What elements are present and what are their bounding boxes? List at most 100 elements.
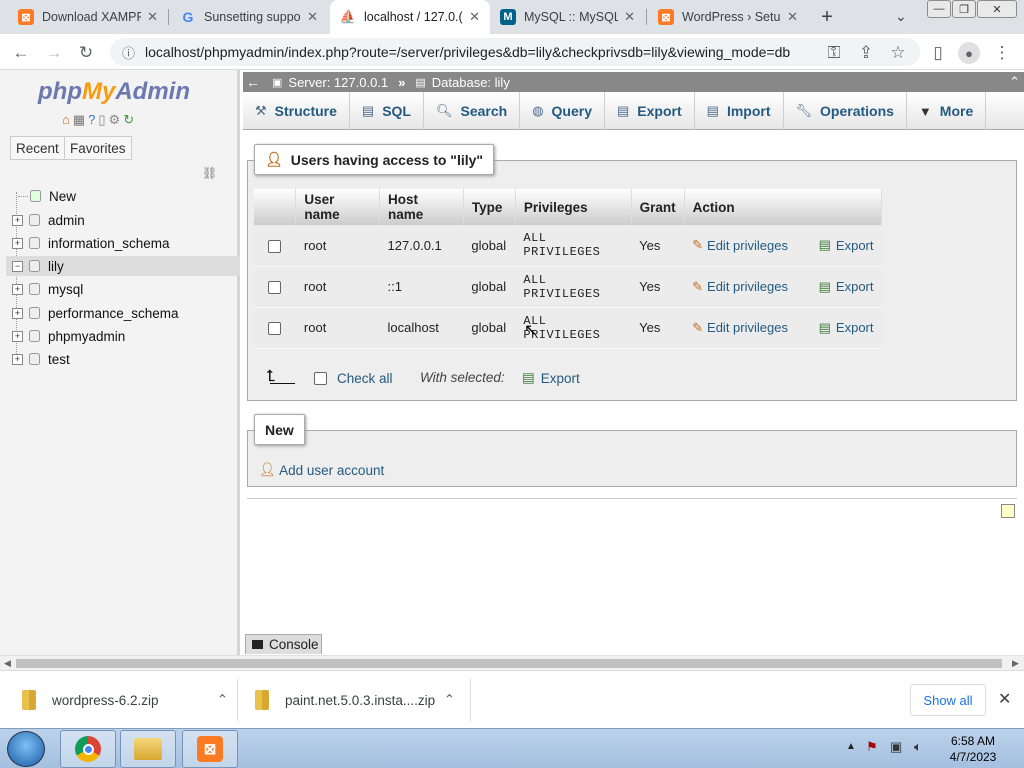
network-icon[interactable]: ▣ bbox=[890, 739, 902, 755]
share-icon[interactable]: ⇪ bbox=[854, 41, 878, 65]
chrome-taskbar-icon[interactable] bbox=[60, 730, 116, 768]
settings-gear-icon[interactable]: ⚙ bbox=[109, 112, 121, 128]
export-user-link[interactable]: ▤ Export bbox=[819, 237, 874, 253]
breadcrumb-database[interactable]: Database: lily bbox=[432, 75, 510, 90]
home-icon[interactable]: ⌂ bbox=[62, 112, 70, 128]
tree-item-lily[interactable]: − lily bbox=[6, 256, 240, 276]
col-host-name[interactable]: Host name bbox=[379, 189, 464, 225]
address-bar[interactable]: ⓘ localhost/phpmyadmin/index.php?route=/… bbox=[110, 38, 920, 66]
show-all-downloads-button[interactable]: Show all bbox=[910, 684, 986, 716]
tree-item-performance-schema[interactable]: + performance_schema bbox=[12, 303, 179, 323]
col-grant[interactable]: Grant bbox=[631, 189, 685, 225]
scrollbar-thumb[interactable] bbox=[16, 659, 1002, 668]
expand-icon[interactable]: + bbox=[12, 353, 23, 365]
expand-icon[interactable]: + bbox=[12, 214, 23, 226]
check-all-label[interactable]: Check all bbox=[337, 371, 393, 386]
close-window-button[interactable]: ✕ bbox=[977, 0, 1017, 18]
help-icon[interactable]: ? bbox=[88, 112, 95, 128]
download-item[interactable]: wordpress-6.2.zip ⌃ bbox=[22, 671, 228, 729]
close-icon[interactable]: ✕ bbox=[624, 9, 635, 25]
close-downloads-icon[interactable]: ✕ bbox=[998, 689, 1011, 709]
browser-tab-mysql[interactable]: M MySQL :: MySQL 8 ✕ bbox=[490, 0, 645, 34]
breadcrumb-server[interactable]: Server: 127.0.0.1 bbox=[288, 75, 388, 90]
key-icon[interactable]: ⚿ bbox=[822, 41, 846, 65]
show-hidden-icons-icon[interactable]: ▲ bbox=[846, 741, 856, 752]
expand-icon[interactable]: + bbox=[12, 307, 23, 319]
tab-search-chevron-icon[interactable]: ⌄ bbox=[895, 8, 907, 25]
tree-item-test[interactable]: + test bbox=[12, 349, 70, 369]
close-icon[interactable]: ✕ bbox=[307, 9, 318, 25]
expand-header-icon[interactable]: ⌃ bbox=[1009, 74, 1020, 90]
col-type[interactable]: Type bbox=[463, 189, 516, 225]
tab-sql[interactable]: ▤ SQL bbox=[350, 92, 424, 130]
check-all-control[interactable]: Check all bbox=[314, 371, 393, 386]
reload-icon[interactable]: ↻ bbox=[74, 41, 98, 65]
link-chain-icon[interactable]: ⛓ bbox=[202, 166, 217, 180]
expand-icon[interactable]: + bbox=[12, 283, 23, 295]
console-toggle[interactable]: Console bbox=[245, 634, 322, 654]
tab-structure[interactable]: ⚒ Structure bbox=[243, 92, 350, 130]
recent-button[interactable]: Recent bbox=[10, 136, 65, 160]
expand-icon[interactable]: + bbox=[12, 330, 23, 342]
tab-search[interactable]: 🔍︎ Search bbox=[424, 92, 521, 130]
scroll-right-icon[interactable]: ▶ bbox=[1012, 658, 1019, 669]
xampp-taskbar-icon[interactable]: ⊠ bbox=[182, 730, 238, 768]
browser-tab-download-xampp[interactable]: ⊠ Download XAMPP ✕ bbox=[8, 0, 168, 34]
browser-tab-sunsetting[interactable]: G Sunsetting suppo ✕ bbox=[170, 0, 328, 34]
row-checkbox[interactable] bbox=[268, 239, 281, 253]
col-user-name[interactable]: User name bbox=[295, 189, 381, 225]
bulk-export-button[interactable]: ▤ Export bbox=[522, 370, 580, 386]
menu-kebab-icon[interactable]: ⋮ bbox=[990, 41, 1014, 65]
tree-item-admin[interactable]: + admin bbox=[12, 210, 85, 230]
back-icon[interactable]: ← bbox=[9, 41, 33, 65]
bookmark-star-icon[interactable]: ☆ bbox=[886, 41, 910, 65]
export-user-link[interactable]: ▤ Export bbox=[819, 279, 874, 295]
maximize-button[interactable]: ❐ bbox=[952, 0, 976, 18]
check-all-checkbox[interactable] bbox=[314, 372, 327, 385]
add-user-account-link[interactable]: 👤︎ Add user account bbox=[259, 462, 384, 478]
browser-tab-localhost[interactable]: ⛵ localhost / 127.0.( ✕ bbox=[330, 0, 490, 34]
download-item[interactable]: paint.net.5.0.3.insta....zip ⌃ bbox=[255, 671, 455, 729]
tab-more[interactable]: ▼ More bbox=[907, 92, 987, 130]
tree-item-new[interactable]: New bbox=[18, 186, 76, 206]
tab-query[interactable]: ◍ Query bbox=[520, 92, 605, 130]
page-settings-icon[interactable] bbox=[1001, 504, 1015, 518]
new-tab-button[interactable]: + bbox=[815, 5, 839, 29]
row-checkbox[interactable] bbox=[268, 322, 281, 336]
chevron-up-icon[interactable]: ⌃ bbox=[444, 692, 455, 708]
edit-privileges-link[interactable]: ✎ Edit privileges bbox=[692, 237, 788, 253]
export-user-link[interactable]: ▤ Export bbox=[819, 320, 874, 336]
chevron-up-icon[interactable]: ⌃ bbox=[217, 692, 228, 708]
close-icon[interactable]: ✕ bbox=[147, 9, 158, 25]
system-clock[interactable]: 6:58 AM 4/7/2023 bbox=[938, 733, 1008, 765]
collapse-panel-arrow-icon[interactable]: ← bbox=[246, 74, 260, 90]
phpmyadmin-logo[interactable]: phpMyAdmin bbox=[38, 78, 190, 106]
horizontal-scrollbar[interactable]: ◀ ▶ bbox=[0, 655, 1024, 670]
browser-tab-wordpress[interactable]: ⊠ WordPress › Setu ✕ bbox=[648, 0, 808, 34]
docs-icon[interactable]: ▯ bbox=[98, 112, 105, 128]
tree-item-mysql[interactable]: + mysql bbox=[12, 279, 83, 299]
tab-export[interactable]: ▤ Export bbox=[605, 92, 695, 130]
volume-icon[interactable]: 🔈︎ bbox=[914, 739, 922, 755]
tree-item-phpmyadmin[interactable]: + phpmyadmin bbox=[12, 326, 125, 346]
reload-nav-icon[interactable]: ↻ bbox=[123, 112, 134, 128]
close-icon[interactable]: ✕ bbox=[469, 9, 480, 25]
tree-item-information-schema[interactable]: + information_schema bbox=[12, 233, 170, 253]
tab-operations[interactable]: 🔧︎ Operations bbox=[784, 92, 907, 130]
row-checkbox[interactable] bbox=[268, 281, 281, 295]
favorites-button[interactable]: Favorites bbox=[64, 136, 132, 160]
tab-import[interactable]: ▤ Import bbox=[695, 92, 784, 130]
windows-start-icon[interactable] bbox=[7, 731, 45, 767]
close-icon[interactable]: ✕ bbox=[787, 9, 798, 25]
minimize-button[interactable]: — bbox=[927, 0, 951, 18]
edit-privileges-link[interactable]: ✎ Edit privileges bbox=[692, 279, 788, 295]
col-privileges[interactable]: Privileges bbox=[515, 189, 632, 225]
scroll-left-icon[interactable]: ◀ bbox=[4, 658, 11, 669]
flag-icon[interactable]: ⚑ bbox=[866, 739, 878, 755]
expand-icon[interactable]: + bbox=[12, 237, 23, 249]
logout-icon[interactable]: ▦ bbox=[73, 112, 85, 128]
collapse-icon[interactable]: − bbox=[12, 260, 23, 272]
profile-avatar-icon[interactable]: ● bbox=[958, 42, 980, 64]
forward-icon[interactable]: → bbox=[42, 41, 66, 65]
info-icon[interactable]: ⓘ bbox=[122, 43, 135, 62]
